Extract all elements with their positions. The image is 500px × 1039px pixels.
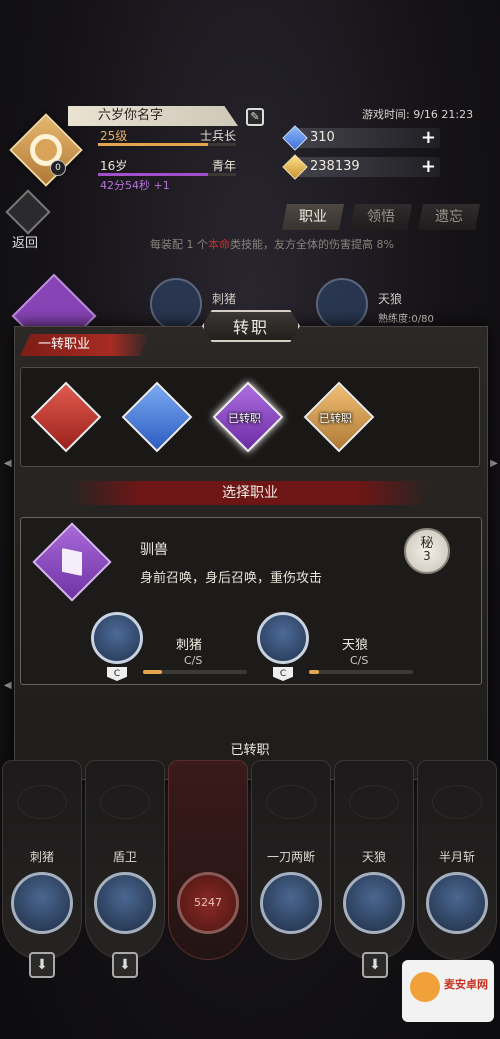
slot-label: 刺猪 <box>29 850 54 864</box>
skill-progress-bar <box>143 670 247 674</box>
player-age: 16岁 <box>100 159 128 173</box>
add-gold-button[interactable]: + <box>421 156 436 177</box>
player-level: 25级 <box>100 129 128 143</box>
tab-comprehend[interactable]: 领悟 <box>350 204 412 230</box>
edit-name-icon[interactable]: ✎ <box>246 108 264 126</box>
job-description: 身前召唤，身后召唤，重伤攻击 <box>140 571 323 586</box>
job-name: 驯兽 <box>140 542 168 558</box>
power-value: 5247 <box>194 896 222 909</box>
claw-icon[interactable] <box>91 612 143 664</box>
crystal-icon <box>62 548 82 576</box>
gem-resource: 310 + <box>292 127 440 148</box>
back-label: 返回 <box>12 236 39 251</box>
bg-skill-mastery: 熟练度:0/80 <box>378 314 434 325</box>
bg-skill-name-2: 天狼 <box>378 292 403 306</box>
slot-label: 天狼 <box>361 850 386 864</box>
level-progress-bar <box>98 143 236 146</box>
job-tier-banner: 一转职业 <box>20 334 150 356</box>
player-name: 六岁你名字 <box>68 106 238 126</box>
slot-label: 半月斩 <box>438 850 475 864</box>
unequip-arrow-icon[interactable]: ⬇ <box>112 952 138 978</box>
tab-forget[interactable]: 遗忘 <box>418 204 480 230</box>
claw-icon <box>150 278 202 330</box>
tab-job[interactable]: 职业 <box>282 204 344 230</box>
player-stage: 青年 <box>211 159 236 173</box>
modal-title: 转职 <box>232 318 269 337</box>
rank-row: 25级 士兵长 <box>98 127 238 143</box>
skill-cs: C/S <box>350 654 369 667</box>
job-gem-blue[interactable] <box>121 381 193 453</box>
bg-skill-name-1: 刺猪 <box>212 292 237 306</box>
game-time: 游戏时间: 9/16 21:23 <box>362 108 474 121</box>
job-list: 已转职 已转职 <box>20 367 480 467</box>
emblem-icon <box>100 785 150 819</box>
left-arrow-icon[interactable]: ◀ <box>4 458 12 469</box>
gold-count: 238139 <box>310 159 360 174</box>
secret-badge-count: 3 <box>423 549 431 563</box>
select-job-header: 选择职业 <box>70 481 430 505</box>
skill-name: 刺猪 <box>176 638 203 653</box>
emblem-icon <box>266 785 316 819</box>
job-gem-status: 已转职 <box>228 412 261 425</box>
player-rank: 士兵长 <box>199 129 236 143</box>
player-avatar[interactable] <box>9 113 83 187</box>
unequip-arrow-icon[interactable]: ⬇ <box>29 952 55 978</box>
crescent-icon[interactable] <box>426 872 488 934</box>
add-gems-button[interactable]: + <box>421 127 436 148</box>
wolf-fang-icon[interactable] <box>257 612 309 664</box>
left-arrow-icon[interactable]: ◀ <box>4 680 12 691</box>
skill-name: 天狼 <box>342 638 369 653</box>
skill-cs: C/S <box>184 654 203 667</box>
unequip-arrow-icon[interactable]: ⬇ <box>362 952 388 978</box>
wolf-fang-icon[interactable] <box>343 872 405 934</box>
age-row: 16岁 青年 <box>98 157 238 173</box>
watermark-text: 麦安卓网 <box>444 978 488 991</box>
job-gem-status: 已转职 <box>319 412 352 425</box>
job-gem-red[interactable] <box>30 381 102 453</box>
slot-label: 盾卫 <box>112 850 137 864</box>
wolf-fang-icon <box>316 278 368 330</box>
gem-count: 310 <box>310 130 335 145</box>
claw-icon[interactable] <box>11 872 73 934</box>
skill-progress-bar <box>309 670 413 674</box>
emblem-icon <box>432 785 482 819</box>
right-arrow-icon[interactable]: ▶ <box>490 458 498 469</box>
avatar-badge: 0 <box>50 160 66 176</box>
back-arrow-icon <box>5 189 51 235</box>
shield-icon[interactable] <box>94 872 156 934</box>
equip-hint: 每装配 1 个本命类技能，友方全体的伤害提高 8% <box>150 238 394 251</box>
back-button[interactable]: 返回 <box>5 189 56 251</box>
age-timer: 42分54秒 +1 <box>100 179 170 192</box>
slash-icon[interactable] <box>260 872 322 934</box>
slot-label: 一刀两断 <box>266 850 315 864</box>
age-progress-bar <box>98 173 236 176</box>
emblem-icon <box>349 785 399 819</box>
gold-resource: 238139 + <box>292 156 440 177</box>
watermark-logo-icon <box>410 972 440 1002</box>
emblem-icon <box>17 785 67 819</box>
